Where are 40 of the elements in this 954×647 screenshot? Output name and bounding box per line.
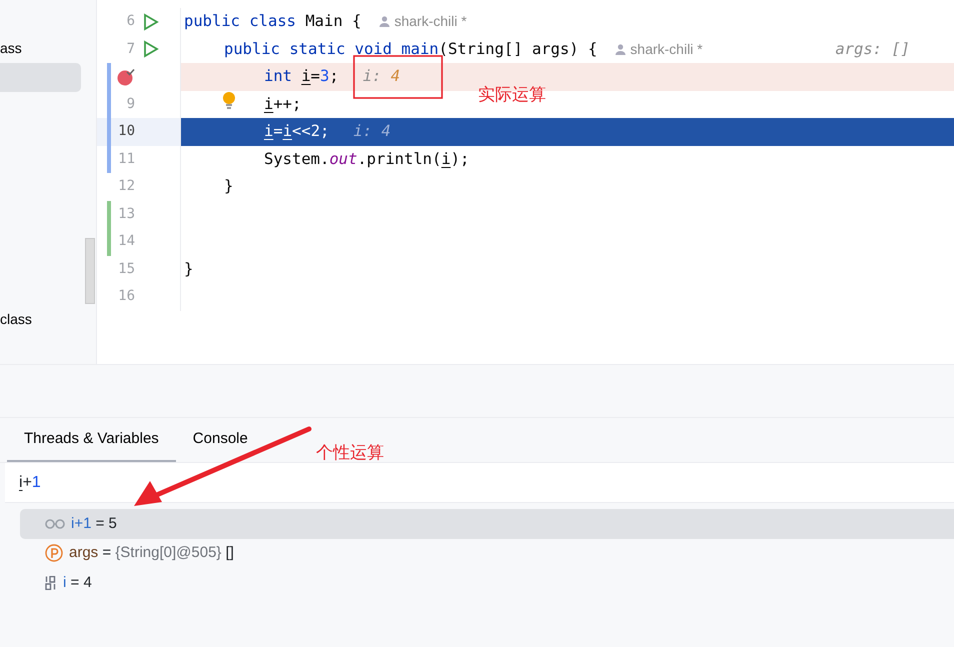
sidebar-item[interactable]: ass — [0, 34, 81, 63]
code-line: int i=3; — [264, 66, 339, 88]
bulb-icon[interactable] — [222, 92, 236, 110]
line-number: 13 — [117, 204, 135, 224]
line-number: 7 — [126, 40, 135, 59]
code-line: public class Main { — [184, 11, 362, 32]
parameter-icon — [45, 544, 63, 562]
variable-row[interactable]: i+1 = 5 — [20, 509, 954, 538]
annotation-label: 实际运算 — [478, 84, 546, 106]
variable-row[interactable]: i = 4 — [20, 568, 954, 598]
sidebar-item[interactable]: class — [0, 305, 81, 334]
person-icon — [615, 44, 626, 55]
code-line: } — [184, 258, 194, 280]
code-line: System.out.println(i); — [264, 148, 470, 170]
line-number: 6 — [126, 12, 135, 32]
line-number: 12 — [117, 177, 135, 196]
code-line: } — [224, 176, 234, 198]
code-line: i=i<<2; — [264, 121, 330, 142]
run-icon[interactable] — [143, 40, 159, 58]
line-number: 15 — [117, 260, 135, 279]
line-number: 14 — [117, 232, 135, 252]
breakpoint-icon[interactable] — [117, 68, 135, 86]
tab[interactable]: Console — [176, 428, 265, 462]
inline-value-hint: args: [] — [835, 38, 910, 60]
code-line: i++; — [264, 94, 302, 115]
glasses-icon — [45, 518, 65, 529]
line-number: 16 — [117, 287, 135, 306]
person-icon — [379, 16, 390, 28]
annotation-label: 个性运算 — [316, 442, 384, 464]
variable-row[interactable]: args = {String[0]@505} [] — [20, 538, 954, 568]
run-icon[interactable] — [143, 12, 159, 31]
code-line: public static void main(String[] args) { — [224, 38, 598, 60]
inline-value-hint: i: 4 — [362, 66, 400, 88]
line-number: 11 — [117, 150, 135, 169]
line-number: 10 — [117, 122, 135, 142]
scrollbar-thumb[interactable] — [85, 238, 95, 304]
line-number: 9 — [126, 94, 135, 114]
binary-icon — [45, 576, 57, 590]
expression-field[interactable]: i+1 — [5, 463, 954, 503]
inline-value-hint: i: 4 — [353, 121, 391, 142]
